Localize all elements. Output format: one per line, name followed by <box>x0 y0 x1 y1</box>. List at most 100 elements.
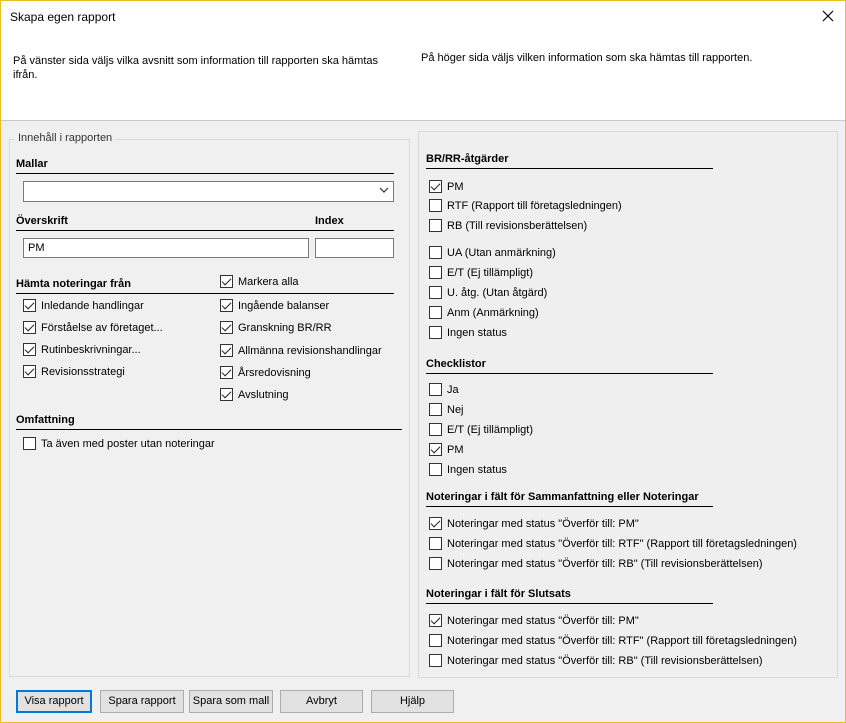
br-action-checkbox[interactable]: RTF (Rapport till företagsledningen) <box>429 199 622 212</box>
help-button[interactable]: Hjälp <box>371 690 454 713</box>
report-content-group <box>9 139 410 677</box>
heading-input[interactable] <box>23 238 309 258</box>
checkbox-label: PM <box>447 443 464 456</box>
checklist-status-checkbox[interactable]: Nej <box>429 403 464 416</box>
checkbox-box <box>429 557 442 570</box>
checkbox-label: Noteringar med status "Överför till: RTF… <box>447 537 797 550</box>
br-action-checkbox[interactable]: Anm (Anmärkning) <box>429 306 539 319</box>
fetch-source-checkbox[interactable]: Granskning BR/RR <box>220 321 332 334</box>
checkbox-label: Förståelse av företaget... <box>41 321 163 334</box>
checkbox-label: Noteringar med status "Överför till: RB"… <box>447 557 763 570</box>
checkbox-label: Rutinbeskrivningar... <box>41 343 141 356</box>
fetch-source-checkbox[interactable]: Förståelse av företaget... <box>23 321 163 334</box>
include-empty-checkbox[interactable]: Ta även med poster utan noteringar <box>23 437 215 450</box>
checkbox-box <box>23 365 36 378</box>
checkbox-label: Revisionsstrategi <box>41 365 125 378</box>
checklist-status-checkbox[interactable]: E/T (Ej tillämpligt) <box>429 423 533 436</box>
scope-label: Omfattning <box>16 414 75 426</box>
chevron-down-icon <box>379 185 389 198</box>
checkbox-box <box>23 437 36 450</box>
checkbox-label: Anm (Anmärkning) <box>447 306 539 319</box>
fetch-source-checkbox[interactable]: Inledande handlingar <box>23 299 144 312</box>
summary-note-checkbox[interactable]: Noteringar med status "Överför till: RB"… <box>429 557 763 570</box>
br-action-checkbox[interactable]: Ingen status <box>429 326 507 339</box>
checkbox-label: Avslutning <box>238 388 289 401</box>
save-report-button[interactable]: Spara rapport <box>100 690 184 713</box>
checkbox-box <box>429 180 442 193</box>
checkbox-label: Noteringar med status "Överför till: PM" <box>447 517 639 530</box>
checklist-status-checkbox[interactable]: Ingen status <box>429 463 507 476</box>
select-all-checkbox[interactable]: Markera alla <box>220 275 299 288</box>
checkbox-label: Noteringar med status "Överför till: RB"… <box>447 654 763 667</box>
checkbox-box <box>429 383 442 396</box>
checkbox-box <box>220 321 233 334</box>
br-action-checkbox[interactable]: E/T (Ej tillämpligt) <box>429 266 533 279</box>
checkbox-box <box>429 443 442 456</box>
fetch-source-checkbox[interactable]: Allmänna revisionshandlingar <box>220 344 382 357</box>
summary-note-checkbox[interactable]: Noteringar med status "Överför till: RTF… <box>429 537 797 550</box>
divider <box>426 373 713 374</box>
group-title: Innehåll i rapporten <box>15 132 116 144</box>
checkbox-box <box>429 423 442 436</box>
br-action-checkbox[interactable]: PM <box>429 180 464 193</box>
close-icon[interactable] <box>819 7 837 25</box>
info-text-right: På höger sida väljs vilken information s… <box>421 52 753 64</box>
checkbox-box <box>429 634 442 647</box>
br-action-checkbox[interactable]: RB (Till revisionsberättelsen) <box>429 219 587 232</box>
checkbox-box <box>220 344 233 357</box>
show-report-button[interactable]: Visa rapport <box>16 690 92 713</box>
checkbox-box <box>220 299 233 312</box>
checkbox-box <box>23 299 36 312</box>
checkbox-box <box>429 199 442 212</box>
divider <box>16 173 394 174</box>
divider <box>16 230 394 231</box>
checkbox-box <box>429 654 442 667</box>
fetch-source-checkbox[interactable]: Avslutning <box>220 388 289 401</box>
checkbox-box <box>429 306 442 319</box>
checkbox-label: Noteringar med status "Överför till: PM" <box>447 614 639 627</box>
templates-dropdown[interactable] <box>23 181 394 202</box>
title-bar: Skapa egen rapport <box>1 1 845 33</box>
checkbox-label: UA (Utan anmärkning) <box>447 246 556 259</box>
checkbox-box <box>23 321 36 334</box>
checkbox-box <box>429 463 442 476</box>
checkbox-label: RTF (Rapport till företagsledningen) <box>447 199 622 212</box>
dialog-window: Skapa egen rapport På vänster sida väljs… <box>0 0 846 723</box>
checkbox-label: Inledande handlingar <box>41 299 144 312</box>
templates-label: Mallar <box>16 158 48 170</box>
conclusion-note-checkbox[interactable]: Noteringar med status "Överför till: PM" <box>429 614 639 627</box>
fetch-source-checkbox[interactable]: Revisionsstrategi <box>23 365 125 378</box>
br-action-checkbox[interactable]: U. åtg. (Utan åtgärd) <box>429 286 547 299</box>
cancel-button[interactable]: Avbryt <box>280 690 363 713</box>
checklist-status-checkbox[interactable]: Ja <box>429 383 459 396</box>
summary-note-checkbox[interactable]: Noteringar med status "Överför till: PM" <box>429 517 639 530</box>
heading-label: Överskrift <box>16 215 68 227</box>
fetch-source-checkbox[interactable]: Ingående balanser <box>220 299 329 312</box>
checkbox-label: Noteringar med status "Överför till: RTF… <box>447 634 797 647</box>
fetch-source-checkbox[interactable]: Årsredovisning <box>220 366 311 379</box>
checkbox-label: E/T (Ej tillämpligt) <box>447 423 533 436</box>
checkbox-box <box>429 286 442 299</box>
checklist-status-checkbox[interactable]: PM <box>429 443 464 456</box>
save-as-template-button[interactable]: Spara som mall <box>189 690 273 713</box>
divider <box>426 506 713 507</box>
checkbox-box <box>429 517 442 530</box>
conclusion-note-checkbox[interactable]: Noteringar med status "Överför till: RTF… <box>429 634 797 647</box>
checkbox-label: Ingen status <box>447 326 507 339</box>
checkbox-box <box>429 246 442 259</box>
checkbox-box <box>429 403 442 416</box>
checkbox-box <box>220 275 233 288</box>
checkbox-label: Granskning BR/RR <box>238 321 332 334</box>
checkbox-box <box>429 537 442 550</box>
checkbox-box <box>220 366 233 379</box>
checkbox-label: Årsredovisning <box>238 366 311 379</box>
fetch-notes-label: Hämta noteringar från <box>16 278 131 290</box>
conclusion-note-checkbox[interactable]: Noteringar med status "Överför till: RB"… <box>429 654 763 667</box>
checkbox-label: U. åtg. (Utan åtgärd) <box>447 286 548 299</box>
checkbox-label: Ta även med poster utan noteringar <box>41 437 215 450</box>
info-text-left: På vänster sida väljs vilka avsnitt som … <box>13 55 378 81</box>
fetch-source-checkbox[interactable]: Rutinbeskrivningar... <box>23 343 141 356</box>
index-input[interactable] <box>315 238 394 258</box>
checkbox-label: RB (Till revisionsberättelsen) <box>447 219 588 232</box>
br-action-checkbox[interactable]: UA (Utan anmärkning) <box>429 246 556 259</box>
